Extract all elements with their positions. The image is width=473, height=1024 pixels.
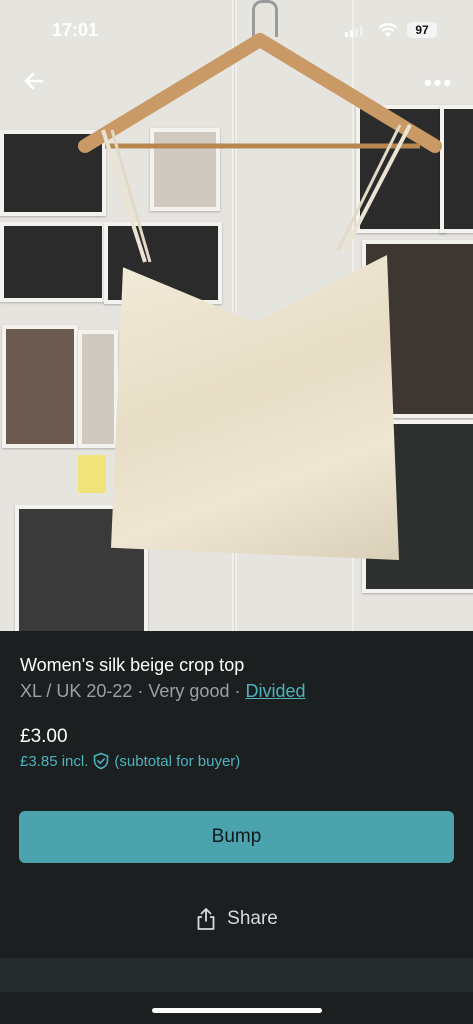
- shield-check-icon: [94, 752, 109, 770]
- item-meta: XL / UK 20-22 · Very good · Divided: [20, 681, 306, 702]
- bottom-divider: [0, 958, 473, 992]
- buyer-price-info[interactable]: £3.85 incl. (subtotal for buyer): [20, 752, 240, 770]
- battery-icon: 97: [407, 22, 437, 38]
- item-details: Women's silk beige crop top XL / UK 20-2…: [0, 631, 473, 958]
- wifi-icon: [378, 23, 398, 37]
- more-options-icon[interactable]: •••: [424, 70, 454, 95]
- status-time: 17:01: [52, 20, 99, 40]
- item-price: £3.00: [20, 726, 68, 747]
- product-photo[interactable]: [0, 0, 473, 631]
- home-indicator[interactable]: [152, 1008, 322, 1013]
- buyer-note: (subtotal for buyer): [114, 752, 241, 770]
- share-icon: [197, 908, 215, 930]
- share-label: Share: [227, 908, 278, 929]
- item-title: Women's silk beige crop top: [20, 655, 245, 675]
- cellular-signal-icon: [345, 25, 363, 37]
- bump-button[interactable]: Bump: [19, 811, 454, 863]
- item-condition: Very good: [148, 681, 230, 701]
- item-size: XL / UK 20-22: [20, 681, 133, 701]
- back-arrow-icon[interactable]: [20, 66, 50, 96]
- meta-separator: ·: [132, 681, 149, 701]
- price-incl: £3.85 incl.: [20, 752, 89, 770]
- share-button[interactable]: Share: [0, 907, 473, 931]
- meta-separator: ·: [229, 681, 246, 701]
- status-bar: 17:01 97: [0, 0, 473, 62]
- brand-link[interactable]: Divided: [245, 681, 305, 701]
